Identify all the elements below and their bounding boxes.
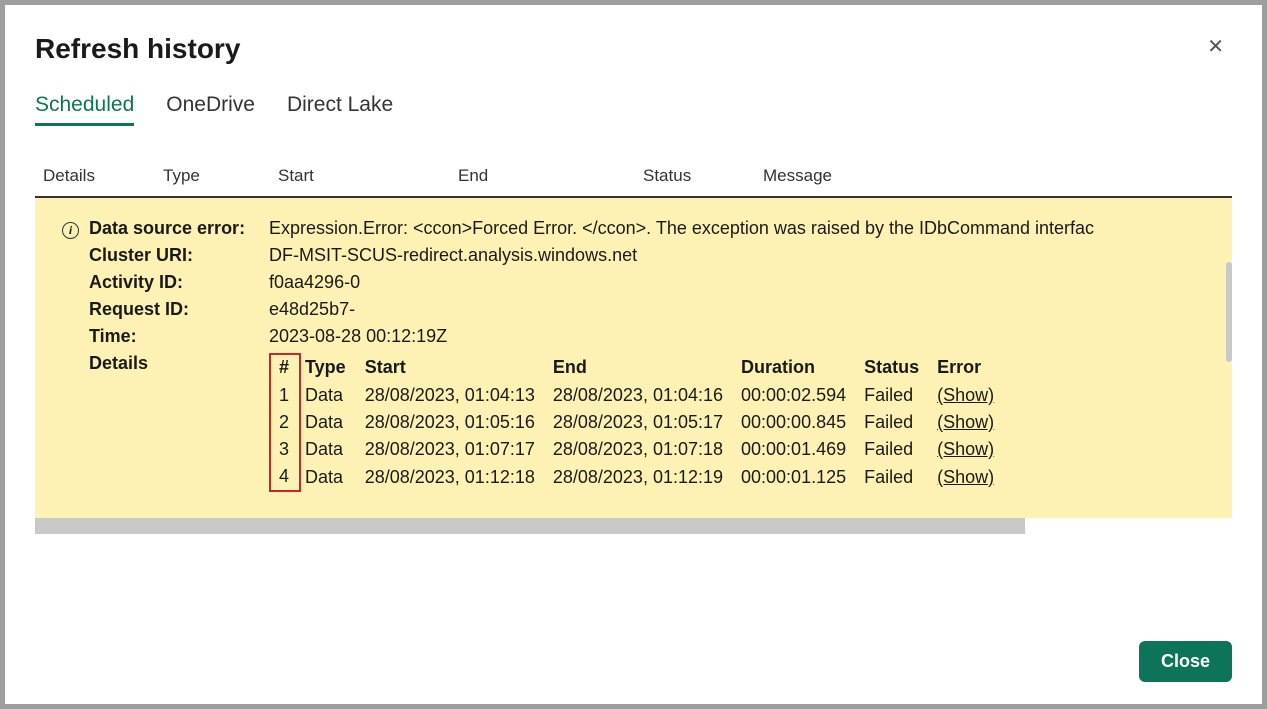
dialog-footer: Close: [35, 605, 1232, 682]
table-row: 4Data28/08/2023, 01:12:1828/08/2023, 01:…: [270, 463, 1008, 491]
show-error-link[interactable]: (Show): [937, 439, 994, 459]
col-header-start2: Start: [361, 354, 549, 382]
cell-duration: 00:00:00.845: [737, 409, 860, 436]
vertical-scrollbar[interactable]: [1226, 262, 1232, 362]
label-details: Details: [89, 353, 269, 374]
cell-status: Failed: [860, 409, 933, 436]
cell-start: 28/08/2023, 01:07:17: [361, 436, 549, 463]
col-header-end2: End: [549, 354, 737, 382]
cell-status: Failed: [860, 436, 933, 463]
cell-error: (Show): [933, 409, 1008, 436]
cell-num: 4: [270, 463, 300, 491]
table-row: 3Data28/08/2023, 01:07:1728/08/2023, 01:…: [270, 436, 1008, 463]
cell-start: 28/08/2023, 01:12:18: [361, 463, 549, 491]
error-row-time: Time: 2023-08-28 00:12:19Z: [89, 326, 1214, 347]
tabs: Scheduled OneDrive Direct Lake: [35, 93, 1232, 126]
show-error-link[interactable]: (Show): [937, 412, 994, 432]
cell-start: 28/08/2023, 01:05:16: [361, 409, 549, 436]
tab-direct-lake[interactable]: Direct Lake: [287, 93, 393, 126]
dialog-title: Refresh history: [35, 33, 240, 65]
table-row: 2Data28/08/2023, 01:05:1628/08/2023, 01:…: [270, 409, 1008, 436]
col-header-status: Status: [643, 166, 763, 186]
value-cluster-uri: DF-MSIT-SCUS-redirect.analysis.windows.n…: [269, 245, 1214, 266]
cell-end: 28/08/2023, 01:05:17: [549, 409, 737, 436]
value-time: 2023-08-28 00:12:19Z: [269, 326, 1214, 347]
table-row: 1Data28/08/2023, 01:04:1328/08/2023, 01:…: [270, 382, 1008, 409]
label-time: Time:: [89, 326, 269, 347]
cell-error: (Show): [933, 382, 1008, 409]
attempts-table: # Type Start End Duration Status Error 1…: [269, 353, 1009, 492]
value-request-id: e48d25b7-: [269, 299, 1214, 320]
label-cluster-uri: Cluster URI:: [89, 245, 269, 266]
col-header-end: End: [458, 166, 643, 186]
error-row-details: Details # Type Start End Duration St: [89, 353, 1214, 492]
value-activity-id: f0aa4296-0: [269, 272, 1214, 293]
refresh-history-dialog: Refresh history ✕ Scheduled OneDrive Dir…: [5, 5, 1262, 704]
error-details-panel: i Data source error: Expression.Error: <…: [35, 198, 1232, 518]
show-error-link[interactable]: (Show): [937, 467, 994, 487]
cell-type: Data: [300, 409, 361, 436]
cell-duration: 00:00:02.594: [737, 382, 860, 409]
value-data-source-error: Expression.Error: <ccon>Forced Error. </…: [269, 218, 1214, 239]
cell-status: Failed: [860, 382, 933, 409]
cell-type: Data: [300, 382, 361, 409]
cell-num: 1: [270, 382, 300, 409]
cell-type: Data: [300, 436, 361, 463]
cell-end: 28/08/2023, 01:04:16: [549, 382, 737, 409]
col-header-status2: Status: [860, 354, 933, 382]
cell-status: Failed: [860, 463, 933, 491]
cell-end: 28/08/2023, 01:07:18: [549, 436, 737, 463]
cell-end: 28/08/2023, 01:12:19: [549, 463, 737, 491]
cell-duration: 00:00:01.125: [737, 463, 860, 491]
dialog-header: Refresh history ✕: [35, 33, 1232, 93]
cell-type: Data: [300, 463, 361, 491]
error-row-data-source: Data source error: Expression.Error: <cc…: [89, 218, 1214, 239]
show-error-link[interactable]: (Show): [937, 385, 994, 405]
label-activity-id: Activity ID:: [89, 272, 269, 293]
cell-duration: 00:00:01.469: [737, 436, 860, 463]
cell-num: 3: [270, 436, 300, 463]
col-header-duration: Duration: [737, 354, 860, 382]
close-icon[interactable]: ✕: [1199, 33, 1232, 61]
tab-onedrive[interactable]: OneDrive: [166, 93, 255, 126]
label-data-source-error: Data source error:: [89, 218, 269, 239]
close-button[interactable]: Close: [1139, 641, 1232, 682]
horizontal-scrollbar[interactable]: [35, 518, 1025, 534]
main-content: Details Type Start End Status Message i …: [35, 158, 1232, 605]
label-request-id: Request ID:: [89, 299, 269, 320]
info-icon: i: [62, 222, 79, 239]
col-header-error: Error: [933, 354, 1008, 382]
error-row-activity-id: Activity ID: f0aa4296-0: [89, 272, 1214, 293]
error-row-cluster-uri: Cluster URI: DF-MSIT-SCUS-redirect.analy…: [89, 245, 1214, 266]
error-row-request-id: Request ID: e48d25b7-: [89, 299, 1214, 320]
cell-error: (Show): [933, 463, 1008, 491]
value-details: # Type Start End Duration Status Error 1…: [269, 353, 1214, 492]
cell-error: (Show): [933, 436, 1008, 463]
col-header-message: Message: [763, 166, 1224, 186]
cell-num: 2: [270, 409, 300, 436]
cell-start: 28/08/2023, 01:04:13: [361, 382, 549, 409]
col-header-type: Type: [163, 166, 278, 186]
table-header-row: Details Type Start End Status Message: [35, 158, 1232, 196]
col-header-type2: Type: [300, 354, 361, 382]
attempts-header-row: # Type Start End Duration Status Error: [270, 354, 1008, 382]
col-header-num: #: [270, 354, 300, 382]
tab-scheduled[interactable]: Scheduled: [35, 93, 134, 126]
col-header-start: Start: [278, 166, 458, 186]
col-header-details: Details: [43, 166, 163, 186]
